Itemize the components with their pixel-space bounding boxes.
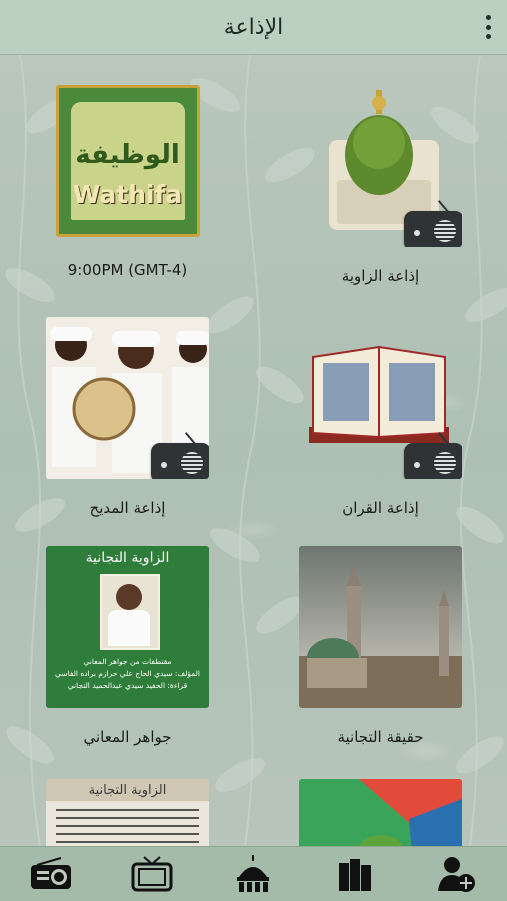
tile-zawiya-text[interactable]: الزاوية التجانية [46, 779, 209, 846]
nav-books[interactable] [325, 850, 385, 898]
add-user-icon [438, 857, 476, 892]
tile-caption: إذاعة المديح [89, 499, 166, 517]
more-vertical-icon[interactable] [483, 15, 493, 39]
wathifa-logo: الوظيفة Wathifa [55, 85, 200, 237]
mosque-image [299, 546, 462, 708]
tile-caption: جواهر المعاني [83, 728, 172, 746]
cover-title: الزاوية التجانية [85, 550, 170, 566]
tile-wathifa[interactable]: الوظيفة Wathifa 9:00PM (GMT-4) [46, 85, 209, 279]
book-cover-image: الزاوية التجانية مقتطفات من جواهر المعان… [46, 546, 209, 708]
radio-badge-icon [151, 432, 209, 479]
abstract-image [299, 779, 462, 846]
radio-badge-icon [404, 432, 462, 479]
tile-caption: 9:00PM (GMT-4) [67, 261, 188, 279]
radio-badge-icon [404, 200, 462, 247]
tile-zawiya-radio[interactable]: إذاعة الزاوية [299, 85, 462, 285]
nav-tv[interactable] [122, 850, 182, 898]
mosque-icon [237, 855, 270, 892]
wathifa-en-text: Wathifa [72, 180, 183, 209]
tile-caption: إذاعة الزاوية [341, 267, 420, 285]
nav-add-user[interactable] [426, 850, 486, 898]
bottom-navigation [0, 846, 507, 901]
dome-radio-icon [299, 85, 462, 247]
app-header: الإذاعة [0, 0, 507, 55]
nav-radio[interactable] [21, 850, 81, 898]
cover-line: المؤلف: سيدي الحاج علي حرازم براده الفاس… [54, 669, 201, 678]
tile-caption: إذاعة القران [342, 499, 419, 517]
page-title: الإذاعة [223, 14, 284, 40]
zawiya-text-image: الزاوية التجانية [46, 779, 209, 846]
books-icon [338, 859, 371, 891]
nav-mosque[interactable] [223, 850, 283, 898]
cover-line: مقتطفات من جواهر المعاني [83, 657, 172, 666]
quran-radio-icon [299, 317, 462, 479]
tile-haqiqat-tijaniya[interactable]: حقيقة التجانية [299, 546, 462, 746]
tile-caption: حقيقة التجانية [337, 728, 424, 746]
wathifa-ar-text: الوظيفة [75, 140, 180, 170]
radio-grid[interactable]: إذاعة الزاوية الوظيفة Wathifa 9:00PM (GM… [0, 55, 507, 846]
cover-line: قراءة: الحفيد سيدي عبدالحميد التجاني [67, 681, 188, 690]
radio-icon [30, 857, 71, 889]
cover-title: الزاوية التجانية [88, 783, 167, 798]
tile-abstract[interactable] [299, 779, 462, 846]
madih-radio-icon [46, 317, 209, 479]
tv-icon [131, 856, 173, 892]
tile-quran-radio[interactable]: إذاعة القران [299, 317, 462, 517]
tile-jawahir-almaani[interactable]: الزاوية التجانية مقتطفات من جواهر المعان… [46, 546, 209, 746]
tile-madih-radio[interactable]: إذاعة المديح [46, 317, 209, 517]
